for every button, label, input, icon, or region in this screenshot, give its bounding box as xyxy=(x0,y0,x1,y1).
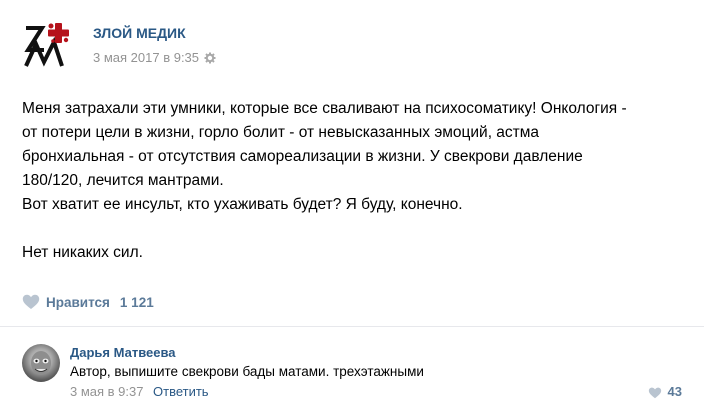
post-text-line: бронхиальная - от отсутствия самореализа… xyxy=(22,148,583,165)
comment-date[interactable]: 3 мая в 9:37 xyxy=(70,384,143,399)
comment-like-button[interactable]: 43 xyxy=(648,384,682,399)
comment-avatar[interactable] xyxy=(22,344,60,382)
like-count: 1 121 xyxy=(119,294,154,310)
post-date[interactable]: 3 мая 2017 в 9:35 xyxy=(93,50,199,65)
logo-icon xyxy=(24,23,69,67)
post-text-line: 180/120, лечится мантрами. xyxy=(22,172,224,189)
like-label: Нравится xyxy=(46,294,110,310)
post-text: Меня затрахали эти умники, которые все с… xyxy=(22,97,692,265)
wall-post: ЗЛОЙ МЕДИК 3 мая 2017 в 9:35 Меня затрах… xyxy=(0,0,704,409)
post-text-line: Вот хватит ее инсульт, кто ухаживать буд… xyxy=(22,196,463,213)
post-text-closing: Нет никаких сил. xyxy=(22,244,143,261)
post-text-line: Меня затрахали эти умники, которые все с… xyxy=(22,100,627,117)
heart-icon xyxy=(22,294,40,310)
comment-text: Автор, выпишите свекрови бады матами. тр… xyxy=(70,364,424,379)
post-date-row: 3 мая 2017 в 9:35 xyxy=(93,50,216,65)
gear-icon[interactable] xyxy=(204,52,216,64)
divider xyxy=(0,326,704,327)
post-text-line: от потери цели в жизни, горло болит - от… xyxy=(22,124,540,141)
heart-icon xyxy=(648,386,662,398)
comment-author[interactable]: Дарья Матвеева xyxy=(70,345,176,360)
like-button[interactable]: Нравится 1 121 xyxy=(22,294,154,310)
comment-like-count: 43 xyxy=(667,384,682,399)
reply-button[interactable]: Ответить xyxy=(153,384,209,399)
author-logo[interactable] xyxy=(22,20,74,72)
author-name[interactable]: ЗЛОЙ МЕДИК xyxy=(93,25,186,41)
